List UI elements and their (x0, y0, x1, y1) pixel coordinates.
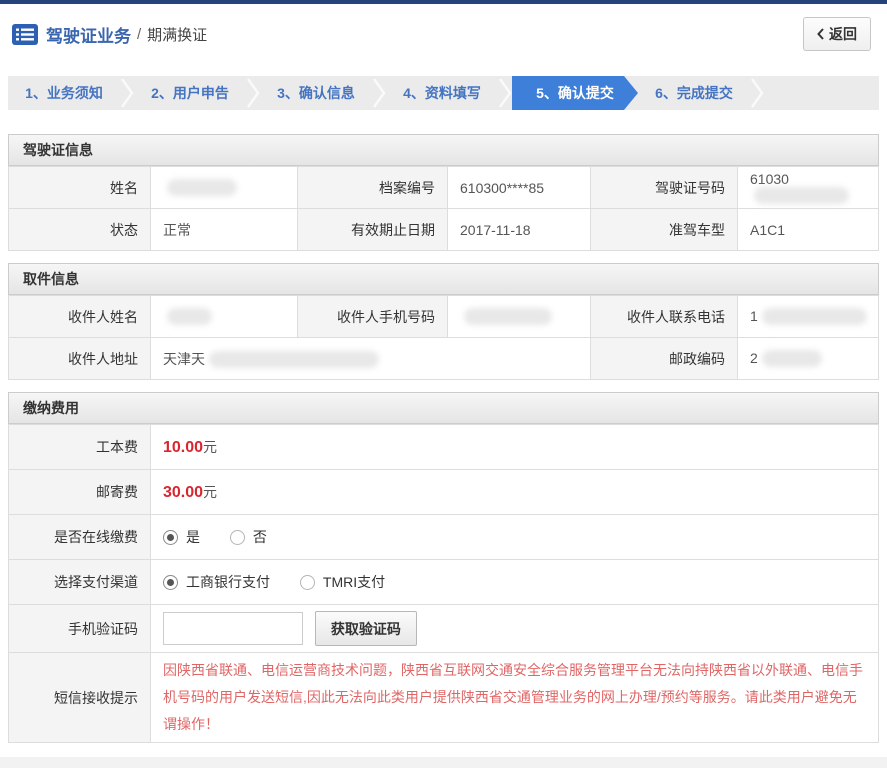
table-row: 收件人地址 天津天 邮政编码 2 (8, 337, 879, 380)
step-1-business-notes[interactable]: 1、业务须知 (8, 76, 120, 110)
radio-channel-icbc[interactable] (163, 575, 178, 590)
payment-channel-label: 选择支付渠道 (8, 559, 151, 605)
redacted-value (209, 351, 379, 369)
recipient-address-value: 天津天 (150, 337, 591, 380)
step-separator-icon (372, 76, 386, 110)
sms-notice-cell: 因陕西省联通、电信运营商技术问题，陕西省互联网交通安全综合服务管理平台无法向持陕… (150, 652, 879, 743)
recipient-name-label: 收件人姓名 (8, 295, 151, 338)
status-value: 正常 (150, 208, 298, 251)
recipient-address-prefix: 天津天 (163, 350, 205, 367)
production-fee-amount: 10.00 (163, 439, 204, 456)
mailing-fee-amount: 30.00 (163, 484, 204, 501)
breadcrumb-current: 期满换证 (147, 26, 208, 44)
postal-code-label: 邮政编码 (590, 337, 738, 380)
production-fee-value: 10.00元 (150, 424, 879, 470)
radio-channel-tmri-label[interactable]: TMRI支付 (323, 574, 385, 590)
mailing-fee-unit: 元 (203, 484, 218, 500)
radio-online-no[interactable] (229, 530, 245, 545)
license-number-prefix: 61030 (750, 170, 789, 187)
step-6-complete-submit[interactable]: 6、完成提交 (638, 76, 750, 110)
step-bar-filler (764, 76, 879, 110)
online-payment-label: 是否在线缴费 (8, 514, 151, 560)
table-row: 工本费 10.00元 (8, 424, 879, 470)
payment-channel-options: 工商银行支付 TMRI支付 (150, 559, 879, 605)
mailing-fee-value: 30.00元 (150, 469, 879, 515)
recipient-phone-label: 收件人联系电话 (590, 295, 738, 338)
sms-notice-label: 短信接收提示 (8, 652, 151, 743)
production-fee-unit: 元 (203, 439, 218, 455)
license-info-table: 姓名 档案编号 610300****85 驾驶证号码 61030 状态 正常 有… (8, 166, 879, 251)
sms-code-field: 获取验证码 (150, 604, 879, 653)
valid-until-value: 2017-11-18 (447, 208, 591, 251)
table-row: 姓名 档案编号 610300****85 驾驶证号码 61030 (8, 166, 879, 209)
table-row: 状态 正常 有效期止日期 2017-11-18 准驾车型 A1C1 (8, 208, 879, 251)
section-title-pickup-info: 取件信息 (8, 263, 879, 295)
recipient-mobile-value (447, 295, 591, 338)
vehicle-class-label: 准驾车型 (590, 208, 738, 251)
get-code-button[interactable]: 获取验证码 (314, 611, 417, 646)
step-separator-icon (246, 76, 260, 110)
postal-code-value: 2 (737, 337, 879, 380)
back-button[interactable]: 返回 (803, 17, 871, 51)
table-row: 收件人姓名 收件人手机号码 收件人联系电话 1 (8, 295, 879, 338)
radio-online-no-label[interactable]: 否 (253, 529, 267, 545)
sms-code-label: 手机验证码 (8, 604, 151, 653)
recipient-phone-prefix: 1 (750, 307, 758, 324)
table-row: 短信接收提示 因陕西省联通、电信运营商技术问题，陕西省互联网交通安全综合服务管理… (8, 652, 879, 743)
step-separator-icon (750, 76, 764, 110)
license-number-value: 61030 (737, 166, 879, 209)
step-separator-icon (120, 76, 134, 110)
step-3-confirm-info[interactable]: 3、确认信息 (260, 76, 372, 110)
postal-code-prefix: 2 (750, 349, 758, 366)
back-button-label: 返回 (829, 26, 857, 42)
radio-online-yes[interactable] (163, 530, 178, 545)
sms-notice-text: 因陕西省联通、电信运营商技术问题，陕西省互联网交通安全综合服务管理平台无法向持陕… (163, 662, 863, 732)
redacted-value (167, 179, 237, 197)
mailing-fee-label: 邮寄费 (8, 469, 151, 515)
file-number-label: 档案编号 (297, 166, 448, 209)
radio-channel-tmri[interactable] (299, 575, 315, 590)
license-number-label: 驾驶证号码 (590, 166, 738, 209)
name-value (150, 166, 298, 209)
step-2-user-declaration[interactable]: 2、用户申告 (134, 76, 246, 110)
redacted-value (761, 308, 867, 326)
table-row: 选择支付渠道 工商银行支付 TMRI支付 (8, 559, 879, 605)
recipient-address-label: 收件人地址 (8, 337, 151, 380)
recipient-name-value (150, 295, 298, 338)
redacted-value (167, 308, 212, 326)
production-fee-label: 工本费 (8, 424, 151, 470)
recipient-phone-value: 1 (737, 295, 879, 338)
page-title: 驾驶证业务 (46, 26, 131, 46)
radio-online-yes-label[interactable]: 是 (186, 529, 200, 545)
redacted-value (761, 350, 822, 368)
breadcrumb-separator: / (137, 25, 142, 43)
name-label: 姓名 (8, 166, 151, 209)
page-header: 驾驶证业务 / 期满换证 返回 (0, 4, 887, 62)
step-separator-icon (498, 76, 512, 110)
pickup-info-table: 收件人姓名 收件人手机号码 收件人联系电话 1 收件人地址 天津天 邮政编码 2 (8, 295, 879, 380)
recipient-mobile-label: 收件人手机号码 (297, 295, 448, 338)
redacted-value (464, 308, 552, 326)
radio-channel-icbc-label[interactable]: 工商银行支付 (186, 574, 270, 590)
step-progress-bar: 1、业务须知 2、用户申告 3、确认信息 4、资料填写 5、确认提交 6、完成提… (8, 76, 879, 110)
vehicle-class-value: A1C1 (737, 208, 879, 251)
table-row: 邮寄费 30.00元 (8, 469, 879, 515)
sms-code-input[interactable] (163, 612, 303, 645)
status-label: 状态 (8, 208, 151, 251)
payment-table: 工本费 10.00元 邮寄费 30.00元 是否在线缴费 是 否 选择支付渠道 … (8, 424, 879, 743)
online-payment-options: 是 否 (150, 514, 879, 560)
table-row: 是否在线缴费 是 否 (8, 514, 879, 560)
redacted-value (754, 187, 849, 205)
valid-until-label: 有效期止日期 (297, 208, 448, 251)
file-number-value: 610300****85 (447, 166, 591, 209)
section-title-license-info: 驾驶证信息 (8, 134, 879, 166)
page: 驾驶证业务 / 期满换证 返回 1、业务须知 2、用户申告 3、确认信息 4、资… (0, 4, 887, 757)
list-icon (12, 23, 38, 45)
chevron-left-icon (817, 28, 824, 40)
section-title-payment: 缴纳费用 (8, 392, 879, 424)
step-4-fill-materials[interactable]: 4、资料填写 (386, 76, 498, 110)
step-5-confirm-submit-active[interactable]: 5、确认提交 (512, 76, 638, 110)
table-row: 手机验证码 获取验证码 (8, 604, 879, 653)
